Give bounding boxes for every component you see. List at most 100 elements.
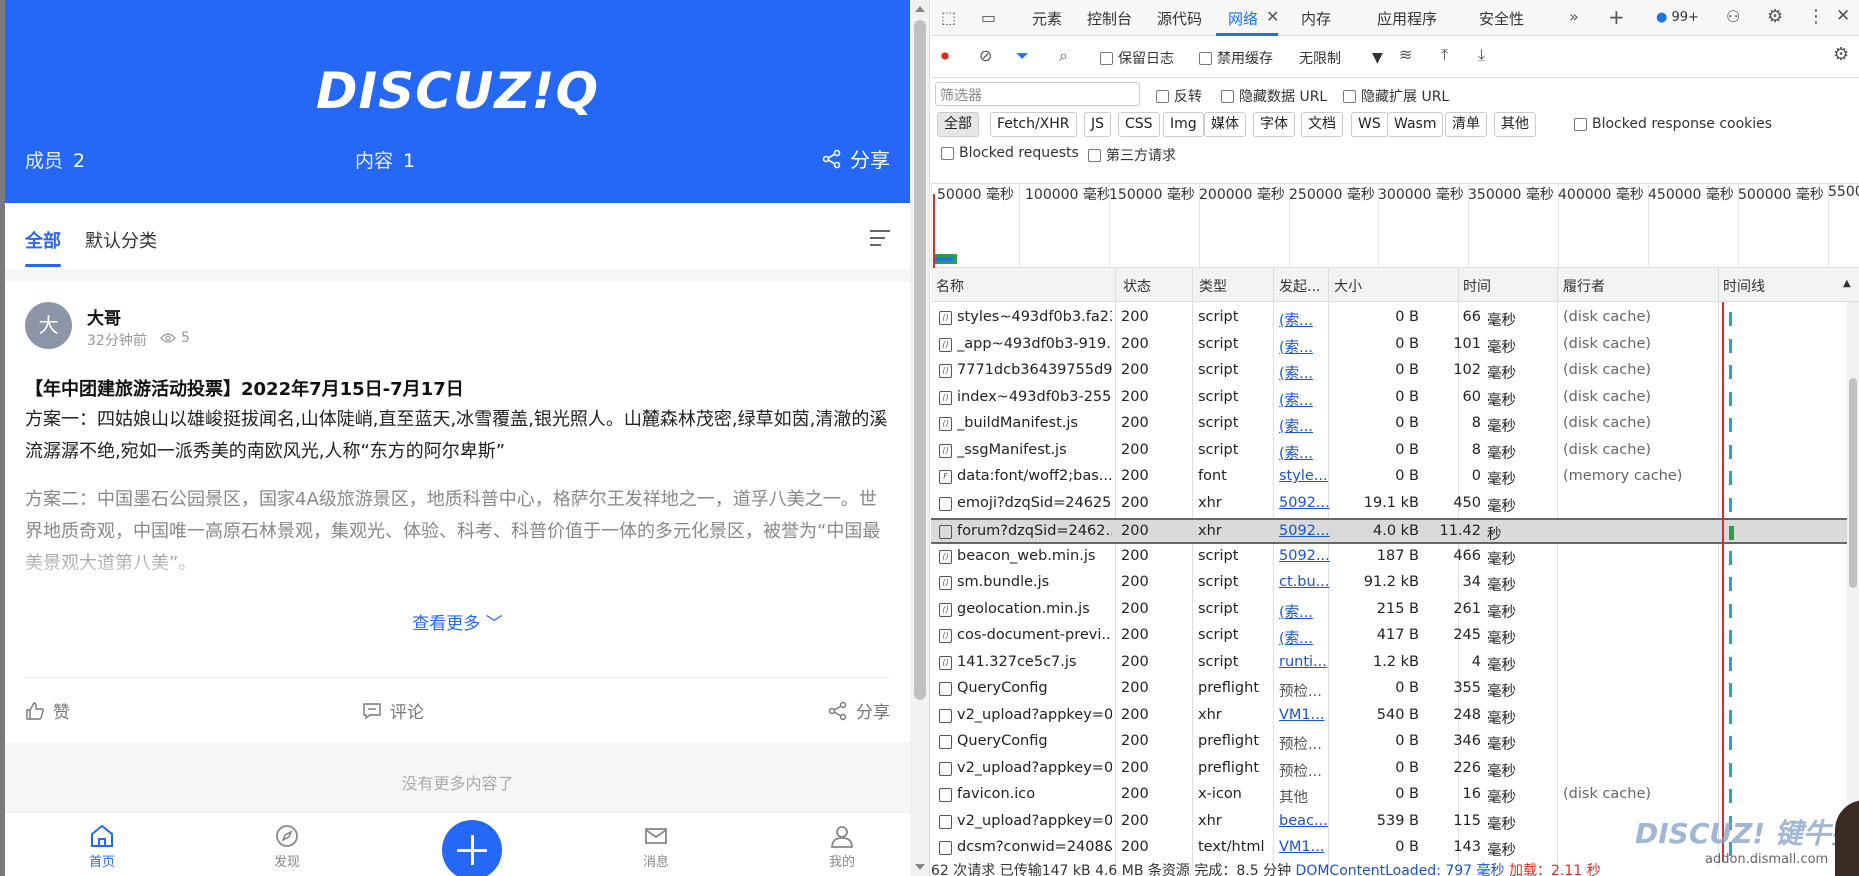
request-row[interactable]: ⟨⟩ 7771dcb36439755d9... 200 script (索... 0 B 1…: [931, 359, 1859, 385]
tab-memory[interactable]: 内存: [1301, 8, 1331, 29]
col-type[interactable]: 类型: [1199, 276, 1227, 296]
request-name[interactable]: cos-document-previ...: [957, 627, 1112, 643]
request-name[interactable]: sm.bundle.js: [957, 574, 1112, 590]
col-name[interactable]: 名称: [936, 276, 964, 296]
share-button-post[interactable]: 分享: [828, 698, 890, 723]
blocked-requests-checkbox[interactable]: Blocked requests: [941, 145, 1079, 161]
tab-all[interactable]: 全部: [25, 227, 61, 267]
request-row[interactable]: QueryConfig 200 preflight 预检... 0 B 355 毫秒: [931, 677, 1859, 703]
request-initiator[interactable]: 5092...: [1279, 548, 1334, 564]
disable-cache-checkbox[interactable]: 禁用缓存: [1199, 48, 1273, 68]
request-name[interactable]: favicon.ico: [957, 786, 1112, 802]
chip-img[interactable]: Img: [1163, 112, 1204, 137]
request-row[interactable]: ⟨⟩ _ssgManifest.js 200 script (索... 0 B 8 毫秒 (di…: [931, 439, 1859, 465]
network-conditions-icon[interactable]: ≋: [1399, 45, 1412, 64]
sort-ascending-icon[interactable]: ▲: [1843, 278, 1851, 289]
chip-font[interactable]: 字体: [1253, 112, 1295, 137]
hide-data-url-checkbox[interactable]: 隐藏数据 URL: [1221, 86, 1327, 106]
hide-extension-url-checkbox[interactable]: 隐藏扩展 URL: [1343, 86, 1449, 106]
avatar[interactable]: 大: [25, 302, 72, 349]
share-button-top[interactable]: 分享: [822, 144, 890, 173]
throttle-select[interactable]: 无限制 ▼: [1299, 48, 1383, 68]
col-time[interactable]: 时间: [1463, 276, 1491, 296]
filter-icon[interactable]: ⏷: [1016, 46, 1029, 66]
request-name[interactable]: QueryConfig: [957, 733, 1112, 749]
nav-mine[interactable]: 我的: [802, 823, 882, 870]
request-name[interactable]: _buildManifest.js: [957, 415, 1112, 431]
scroll-up-arrow[interactable]: [915, 6, 925, 12]
inspect-icon[interactable]: ⬚: [941, 8, 956, 27]
chip-media[interactable]: 媒体: [1204, 112, 1246, 137]
chip-fetch-xhr[interactable]: Fetch/XHR: [990, 112, 1077, 137]
invert-checkbox[interactable]: 反转: [1156, 86, 1202, 106]
request-name[interactable]: styles~493df0b3.fa23...: [957, 309, 1112, 325]
request-row[interactable]: ⟨⟩ 141.327ce5c7.js 200 script runti... 1.2 kB…: [931, 651, 1859, 677]
request-list-scrollbar[interactable]: [1847, 302, 1859, 862]
record-stop-icon[interactable]: ⏺: [941, 46, 949, 66]
close-icon[interactable]: ✕: [1836, 6, 1850, 26]
nav-messages[interactable]: 消息: [616, 823, 696, 870]
request-initiator[interactable]: (索...: [1279, 442, 1334, 463]
timeline-overview[interactable]: 50000 毫秒 100000 毫秒 150000 毫秒 200000 毫秒 2…: [931, 184, 1859, 268]
request-row[interactable]: ⟨⟩ styles~493df0b3.fa23... 200 script (索... 0…: [931, 306, 1859, 332]
export-har-icon[interactable]: ⤓: [1478, 45, 1485, 65]
request-row[interactable]: emoji?dzqSid=24625... 200 xhr 5092... 19.1 k…: [931, 492, 1859, 518]
request-name[interactable]: v2_upload?appkey=0...: [957, 760, 1112, 776]
col-status[interactable]: 状态: [1123, 276, 1151, 296]
col-initiator[interactable]: 发起...: [1279, 276, 1320, 296]
request-row[interactable]: ⟨⟩ _app~493df0b3-919... 200 script (索... 0 B 1…: [931, 333, 1859, 359]
request-initiator[interactable]: (索...: [1279, 601, 1334, 622]
request-name[interactable]: forum?dzqSid=2462...: [957, 523, 1112, 539]
request-initiator[interactable]: ct.bu...: [1279, 574, 1334, 590]
request-name[interactable]: _app~493df0b3-919...: [957, 336, 1112, 352]
tab-console[interactable]: 控制台: [1087, 8, 1132, 29]
request-initiator[interactable]: beac...: [1279, 813, 1334, 829]
tab-default-category[interactable]: 默认分类: [85, 227, 157, 253]
request-row[interactable]: ⟨⟩ sm.bundle.js 200 script ct.bu... 91.2 kB 34…: [931, 571, 1859, 597]
request-name[interactable]: 7771dcb36439755d9...: [957, 362, 1112, 378]
blocked-cookies-checkbox[interactable]: Blocked response cookies: [1574, 116, 1772, 132]
request-row[interactable]: forum?dzqSid=2462... 200 xhr 5092... 4.0 kB 1…: [931, 518, 1859, 544]
like-button[interactable]: 赞: [25, 698, 70, 723]
post-title[interactable]: 【年中团建旅游活动投票】2022年7月15日-7月17日: [25, 375, 464, 401]
more-tabs-icon[interactable]: »: [1569, 7, 1579, 26]
customize-icon[interactable]: ⚇: [1726, 7, 1740, 26]
request-row[interactable]: ⟨⟩ cos-document-previ... 200 script (索... 417…: [931, 624, 1859, 650]
request-initiator[interactable]: style...: [1279, 468, 1334, 484]
chip-wasm[interactable]: Wasm: [1387, 112, 1444, 137]
page-scrollbar[interactable]: [910, 0, 930, 876]
search-icon[interactable]: ⌕: [1059, 46, 1068, 66]
request-initiator[interactable]: (索...: [1279, 336, 1334, 357]
request-initiator[interactable]: runti...: [1279, 654, 1334, 670]
tab-network[interactable]: 网络: [1228, 8, 1258, 29]
request-name[interactable]: emoji?dzqSid=24625...: [957, 495, 1112, 511]
col-fulfilled-by[interactable]: 履行者: [1563, 276, 1605, 296]
request-name[interactable]: v2_upload?appkey=0...: [957, 813, 1112, 829]
chip-js[interactable]: JS: [1084, 112, 1112, 137]
tab-application[interactable]: 应用程序: [1377, 8, 1437, 29]
kebab-menu-icon[interactable]: ⋮: [1807, 6, 1825, 27]
request-name[interactable]: geolocation.min.js: [957, 601, 1112, 617]
request-initiator[interactable]: 5092...: [1279, 523, 1334, 539]
author-name[interactable]: 大哥: [87, 304, 121, 329]
chip-all[interactable]: 全部: [937, 112, 979, 137]
request-name[interactable]: data:font/woff2;bas...: [957, 468, 1112, 484]
request-row[interactable]: Fdata:font/woff2;bas... 200 font style... 0 …: [931, 465, 1859, 491]
network-settings-gear-icon[interactable]: ⚙: [1833, 44, 1849, 65]
gear-icon[interactable]: ⚙: [1767, 6, 1783, 27]
close-tab-icon[interactable]: ✕: [1266, 7, 1279, 26]
request-name[interactable]: v2_upload?appkey=0...: [957, 707, 1112, 723]
chip-ws[interactable]: WS: [1351, 112, 1388, 137]
request-initiator[interactable]: 5092...: [1279, 495, 1334, 511]
clear-icon[interactable]: ⊘: [979, 46, 992, 65]
request-row[interactable]: QueryConfig 200 preflight 预检... 0 B 346 毫秒: [931, 730, 1859, 756]
request-name[interactable]: beacon_web.min.js: [957, 548, 1112, 564]
filter-input[interactable]: 筛选器: [935, 82, 1140, 106]
new-post-button[interactable]: [442, 820, 502, 876]
third-party-checkbox[interactable]: 第三方请求: [1088, 145, 1176, 165]
scroll-thumb[interactable]: [914, 20, 926, 700]
request-initiator[interactable]: (索...: [1279, 415, 1334, 436]
import-har-icon[interactable]: ⤒: [1441, 45, 1448, 65]
request-name[interactable]: 141.327ce5c7.js: [957, 654, 1112, 670]
request-initiator[interactable]: (索...: [1279, 309, 1334, 330]
